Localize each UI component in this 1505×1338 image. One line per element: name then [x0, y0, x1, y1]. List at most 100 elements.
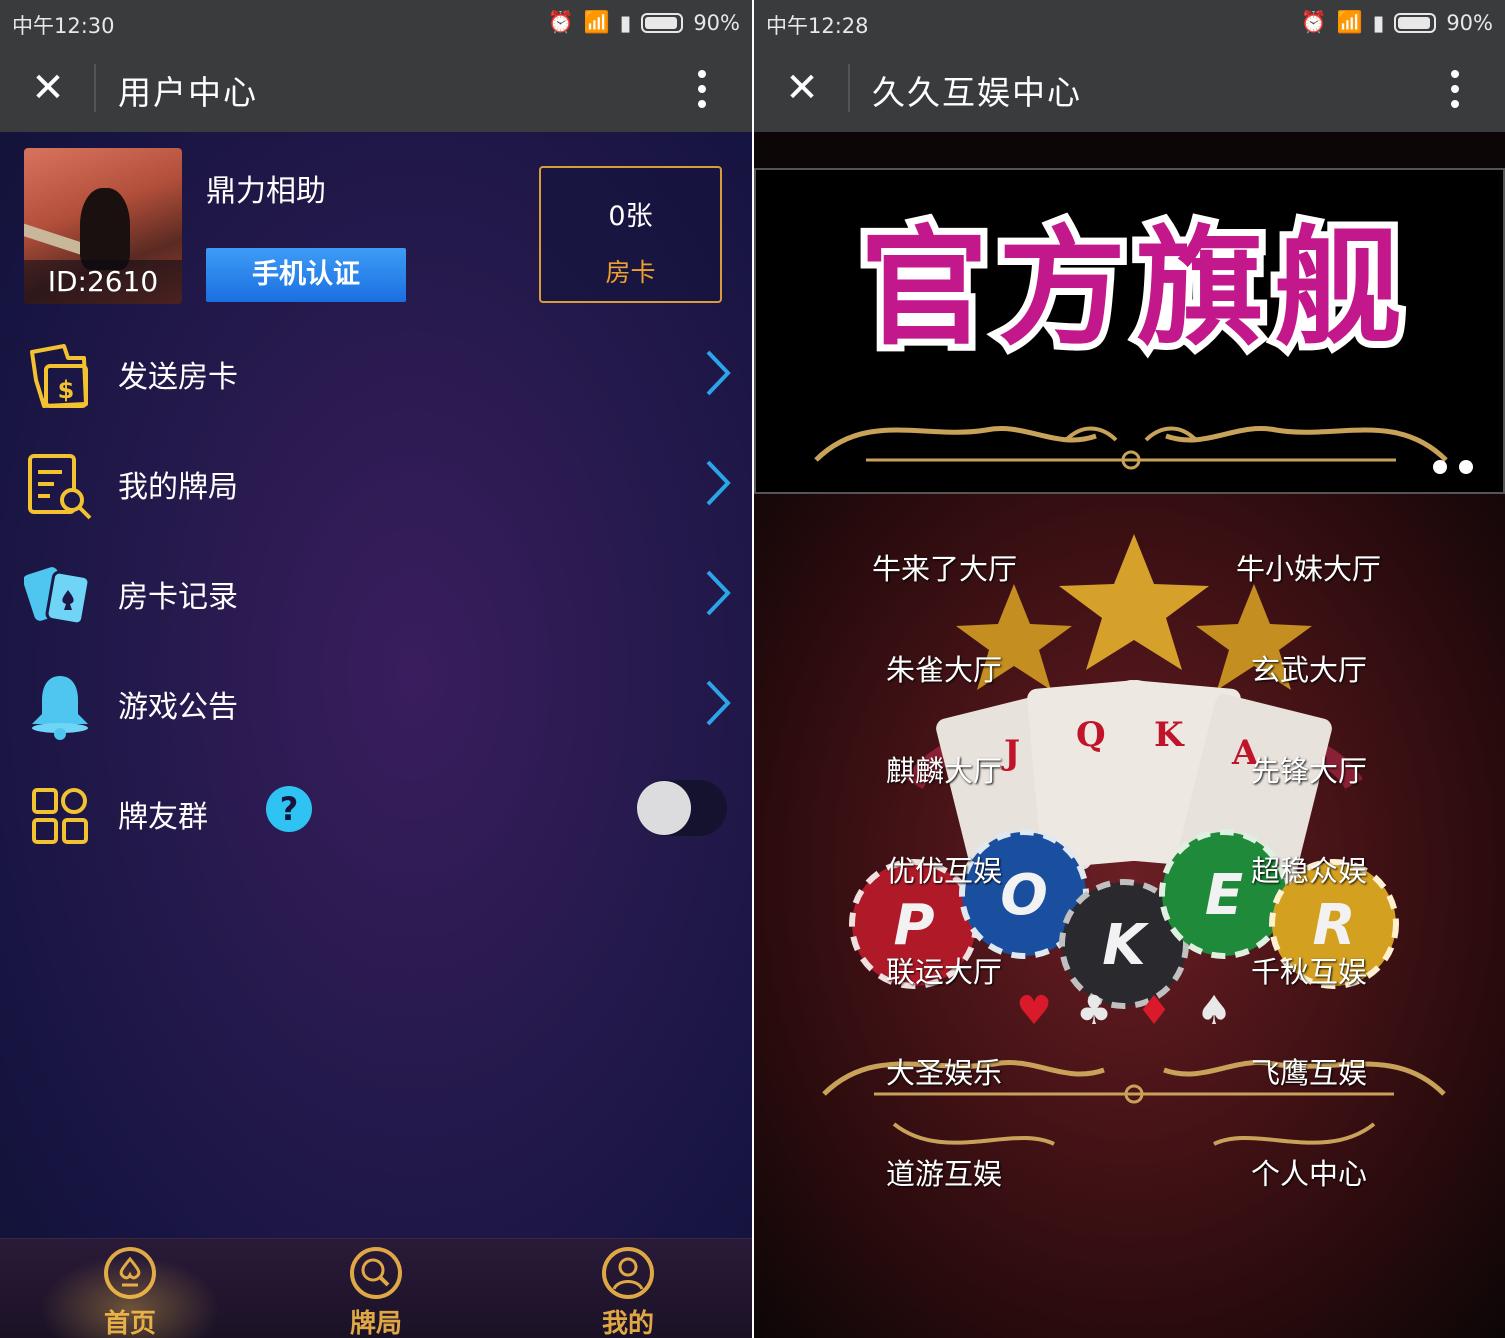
tab-label: 我的 [601, 1309, 654, 1338]
svg-text:$: $ [58, 376, 75, 404]
chevron-right-icon [706, 680, 731, 726]
hall-link[interactable]: 飞鹰互娱 [1251, 1050, 1367, 1092]
hall-link[interactable]: 牛小妹大厅 [1236, 546, 1381, 588]
banner-carousel[interactable]: 官方旗舰 [754, 168, 1505, 494]
personal-center-link[interactable]: 个人中心 [1251, 1151, 1367, 1193]
user-icon [602, 1247, 654, 1299]
chip-letter: O [1000, 863, 1048, 928]
tab-home[interactable]: 首页 [40, 1245, 220, 1338]
chip-letter: K [1102, 913, 1149, 978]
status-bar: 中午12:28 ⏰ 📶 ▮ 90% [754, 0, 1505, 44]
bottom-tab-bar: 首页 牌局 我的 [0, 1238, 752, 1338]
chip-letter: E [1205, 863, 1243, 928]
menu-item-send-card[interactable]: $ 发送房卡 [0, 322, 752, 432]
hall-link[interactable]: 朱雀大厅 [886, 647, 1002, 689]
ornament-divider [814, 426, 1448, 470]
title-divider [94, 64, 96, 112]
menu-item-my-games[interactable]: 我的牌局 [0, 432, 752, 542]
page-title: 用户中心 [118, 73, 258, 112]
page-title: 久久互娱中心 [872, 73, 1082, 112]
search-list-icon [28, 454, 92, 520]
home-spade-icon [104, 1247, 156, 1299]
close-icon[interactable]: ✕ [780, 66, 824, 110]
battery-level: 90% [693, 10, 740, 35]
help-icon[interactable]: ? [266, 786, 312, 832]
status-icons: ⏰ 📶 ▮ 90% [547, 10, 740, 35]
menu-label: 游戏公告 [118, 690, 238, 725]
banner-title: 官方旗舰 [853, 210, 1412, 360]
money-box-icon: $ [30, 344, 88, 408]
alarm-icon: ⏰ [547, 10, 574, 34]
bell-icon [32, 676, 88, 740]
phone-verify-button[interactable]: 手机认证 [206, 248, 406, 302]
alarm-icon: ⏰ [1300, 10, 1327, 34]
menu-label: 发送房卡 [118, 360, 238, 395]
battery-icon [1394, 12, 1437, 33]
card-letter: K [1154, 715, 1185, 755]
hall-link[interactable]: 先锋大厅 [1251, 748, 1367, 790]
room-card-label: 房卡 [605, 258, 656, 287]
signal-icon: ▮ [1372, 10, 1385, 35]
diamond-suit-icon: ♦ [1136, 988, 1172, 1034]
menu-item-friend-group: 牌友群 ? [0, 762, 752, 872]
battery-icon [641, 12, 684, 33]
heart-suit-icon: ♥ [1016, 988, 1052, 1034]
toggle-knob [637, 781, 691, 835]
chevron-right-icon [706, 460, 731, 506]
menu-label: 牌友群 [118, 800, 208, 835]
card-record-icon [24, 567, 91, 626]
carousel-indicator [1433, 460, 1473, 474]
avatar[interactable]: ID:2610 [24, 148, 182, 304]
menu-label: 我的牌局 [118, 470, 238, 505]
search-icon [350, 1247, 402, 1299]
hall-link[interactable]: 联运大厅 [886, 949, 1002, 991]
grid-icon [32, 788, 88, 844]
card-letter: J [1001, 733, 1020, 773]
signal-icon: ▮ [619, 10, 632, 35]
hall-link[interactable]: 大圣娱乐 [886, 1050, 1002, 1092]
title-bar: ✕ 用户中心 [0, 44, 752, 132]
more-menu-icon[interactable] [1445, 66, 1465, 110]
status-time: 中午12:28 [766, 14, 869, 38]
poker-poster: J Q K A P O K E R ♥ ♣ ♦ ♠ 牛来了大厅 朱雀大厅 麒麟大… [754, 494, 1505, 1338]
close-icon[interactable]: ✕ [26, 66, 70, 110]
menu-item-card-record[interactable]: 房卡记录 [0, 542, 752, 652]
room-card-count: 0张 [608, 201, 653, 232]
tab-mine[interactable]: 我的 [568, 1245, 688, 1338]
user-id: ID:2610 [24, 260, 182, 304]
tab-games[interactable]: 牌局 [316, 1245, 436, 1338]
more-menu-icon[interactable] [692, 66, 712, 110]
status-icons: ⏰ 📶 ▮ 90% [1300, 10, 1493, 35]
user-center-screen: 中午12:30 ⏰ 📶 ▮ 90% ✕ 用户中心 ID:2610 鼎力相助 手机… [0, 0, 752, 1338]
room-card-balance[interactable]: 0张 房卡 [539, 166, 722, 303]
club-suit-icon: ♣ [1076, 988, 1112, 1034]
username: 鼎力相助 [206, 174, 326, 209]
avatar-photo-figure [80, 188, 130, 270]
hall-link[interactable]: 玄武大厅 [1251, 647, 1367, 689]
entertainment-content: 官方旗舰 J Q K A P O K E R ♥ ♣ ♦ ♠ 牛来了大厅 朱雀大… [754, 132, 1505, 1338]
wifi-icon: 📶 [1336, 10, 1363, 34]
card-letter: Q [1076, 715, 1106, 755]
title-bar: ✕ 久久互娱中心 [754, 44, 1505, 132]
spade-suit-icon: ♠ [1196, 988, 1232, 1034]
hall-link[interactable]: 麒麟大厅 [886, 748, 1002, 790]
title-divider [848, 64, 850, 112]
chevron-right-icon [706, 570, 731, 616]
hall-link[interactable]: 牛来了大厅 [872, 546, 1017, 588]
hall-link[interactable]: 千秋互娱 [1251, 949, 1367, 991]
menu-item-announcement[interactable]: 游戏公告 [0, 652, 752, 762]
battery-level: 90% [1446, 10, 1493, 35]
entertainment-center-screen: 中午12:28 ⏰ 📶 ▮ 90% ✕ 久久互娱中心 官方旗舰 J Q K A … [754, 0, 1505, 1338]
wifi-icon: 📶 [583, 10, 610, 34]
friend-group-toggle[interactable] [637, 780, 727, 836]
status-time: 中午12:30 [12, 14, 115, 38]
banner-text: 官方旗舰 [860, 214, 1412, 360]
tab-label: 牌局 [349, 1309, 402, 1338]
user-center-content: ID:2610 鼎力相助 手机认证 0张 房卡 $ 发送房卡 我的牌局 房卡记录… [0, 132, 752, 1338]
hall-link[interactable]: 优优互娱 [886, 848, 1002, 890]
hall-link[interactable]: 道游互娱 [886, 1151, 1002, 1193]
menu-label: 房卡记录 [118, 580, 238, 615]
chevron-right-icon [706, 350, 731, 396]
hall-link[interactable]: 超稳众娱 [1251, 848, 1367, 890]
tab-label: 首页 [103, 1309, 156, 1338]
